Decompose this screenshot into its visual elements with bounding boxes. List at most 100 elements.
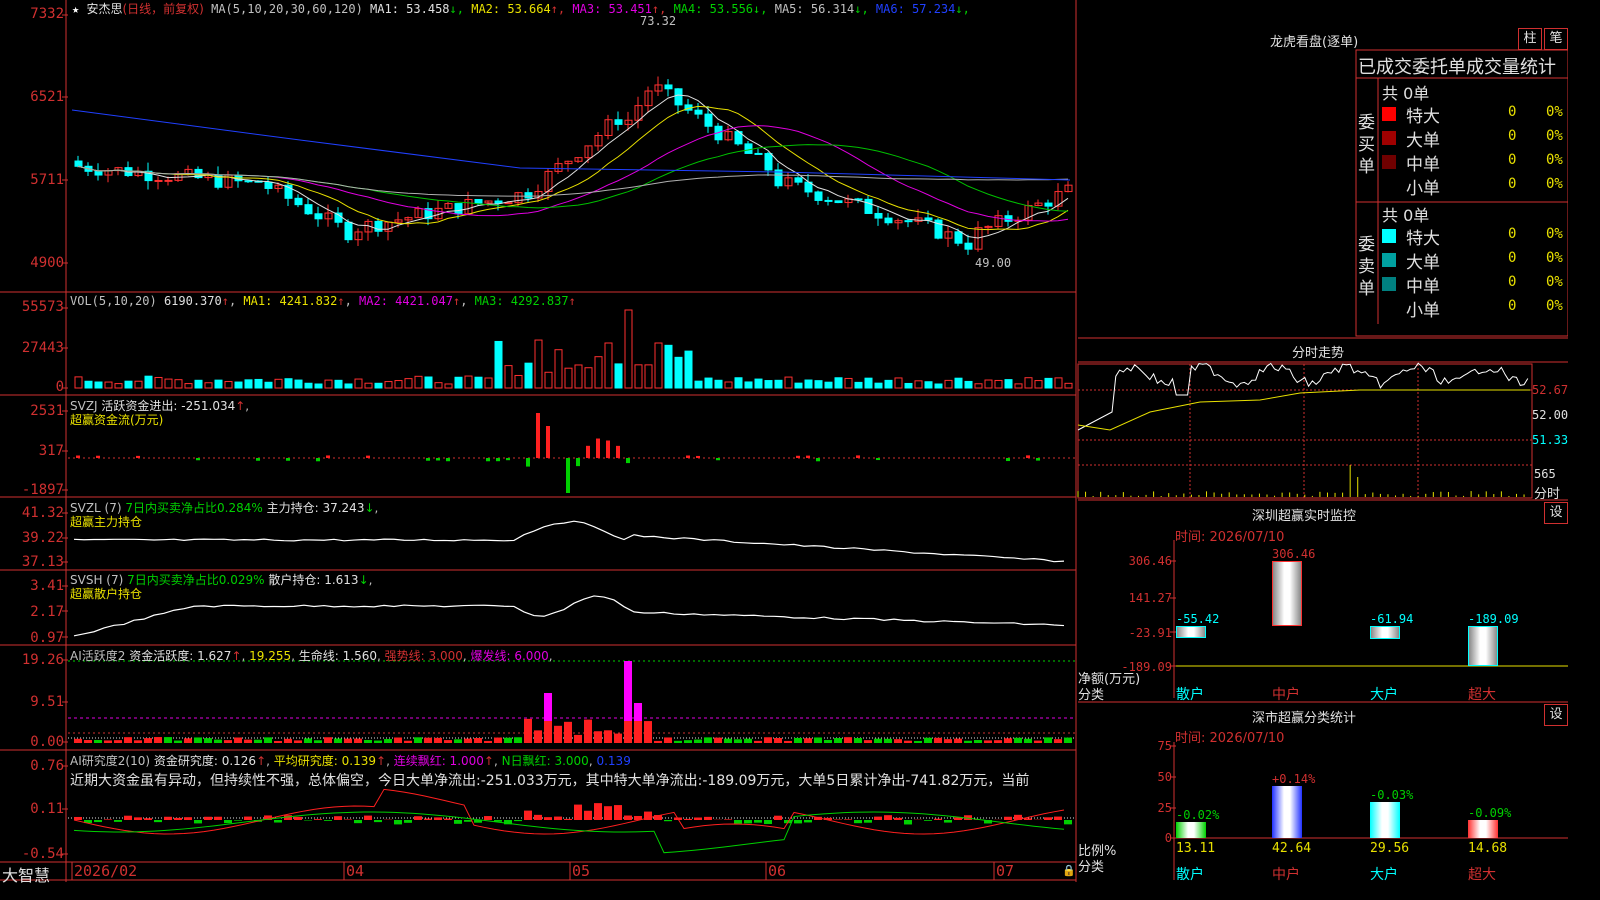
volume-bar — [714, 379, 723, 389]
candlestick — [1044, 199, 1053, 215]
y-label: -0.54 — [21, 846, 64, 862]
order-row-value: 0 — [1508, 226, 1517, 242]
y-label: 7332 — [30, 6, 64, 22]
fund-flow-bar — [316, 458, 320, 462]
research-bar — [414, 816, 422, 820]
tick-view-button[interactable]: 笔 — [1544, 28, 1568, 50]
candlestick — [214, 166, 223, 190]
order-row-name: 中单 — [1406, 277, 1440, 297]
candlestick — [354, 228, 363, 246]
candlestick — [334, 207, 343, 228]
svzl-hold: 主力持仓: 37.243 — [266, 501, 365, 515]
activity-bar — [314, 740, 322, 743]
volume-bar — [524, 362, 533, 389]
order-row-percent: 0% — [1546, 176, 1563, 192]
activity-bar — [494, 737, 502, 743]
monitor-bar-label: 306.46 — [1272, 547, 1316, 561]
volume-bar — [704, 377, 713, 389]
research-bar — [924, 820, 932, 821]
fund-flow-bar — [596, 438, 600, 458]
order-row-percent: 0% — [1546, 128, 1563, 144]
fund-flow-bar — [576, 458, 580, 467]
order-row-value: 0 — [1508, 274, 1517, 290]
candlestick — [994, 210, 1003, 230]
classify-category: 散户 — [1176, 867, 1204, 883]
volume-bar — [644, 364, 653, 389]
activity-bar — [464, 738, 472, 743]
volume-bar — [674, 356, 683, 389]
research-bar — [594, 803, 602, 820]
star-icon: ★ — [72, 2, 80, 16]
candlestick — [554, 157, 563, 174]
research-bar — [614, 805, 622, 820]
ai-active-txt: 资金活跃度: 1.627 — [129, 649, 232, 663]
monitor-category: 散户 — [1176, 687, 1204, 703]
candlestick — [794, 176, 803, 186]
y-label: 141.27 — [1128, 591, 1172, 605]
activity-bar — [644, 721, 652, 743]
timeshare-bottom-label: 分时 — [1534, 487, 1561, 502]
svzj-line2: 超赢资金流(万元) — [70, 413, 164, 427]
order-row-name: 特大 — [1406, 229, 1440, 249]
volume-bar — [1054, 377, 1063, 389]
research-bar — [604, 806, 612, 820]
research-bar — [324, 820, 332, 821]
activity-bar — [804, 738, 812, 743]
ai-active-v2: 19.255 — [249, 649, 292, 663]
order-row-percent: 0% — [1546, 250, 1563, 266]
x-axis-label: 2026/02 — [74, 862, 138, 880]
bar-view-button[interactable]: 柱 — [1518, 28, 1542, 50]
main-chart-canvas[interactable] — [0, 0, 1078, 882]
y-label: 0.00 — [30, 734, 64, 750]
activity-bar — [974, 740, 982, 743]
classify-xlabel: 分类 — [1078, 860, 1105, 875]
ma-arrow-6: ↓, — [955, 2, 970, 16]
y-label: 41.32 — [21, 505, 64, 521]
volume-bar — [354, 378, 363, 389]
fund-flow-bar — [626, 458, 630, 464]
fund-flow-bar — [806, 455, 810, 458]
activity-bar — [874, 738, 882, 743]
activity-bar — [674, 740, 682, 743]
order-color-swatch — [1382, 301, 1396, 315]
order-row-value: 0 — [1508, 128, 1517, 144]
activity-bar — [234, 737, 242, 743]
lock-icon[interactable]: 🔒 — [1062, 864, 1076, 877]
candlestick — [74, 155, 83, 168]
activity-bar — [394, 737, 402, 743]
classify-category: 中户 — [1272, 867, 1300, 883]
activity-bar — [164, 737, 172, 743]
volume-bar — [574, 364, 583, 389]
volume-bar — [944, 379, 953, 389]
activity-bar — [904, 740, 912, 743]
fund-flow-bar — [696, 455, 700, 458]
candlestick — [594, 132, 603, 151]
activity-bar — [274, 740, 282, 743]
candlestick — [284, 181, 293, 207]
research-bar — [874, 816, 882, 820]
fund-flow-bar — [196, 458, 200, 461]
research-bar — [1004, 816, 1012, 820]
research-bar — [794, 820, 802, 824]
activity-bar — [574, 734, 582, 743]
research-bar — [664, 820, 672, 822]
classify-settings-button[interactable]: 设 — [1544, 704, 1568, 726]
x-axis-label: 04 — [346, 862, 365, 880]
candlestick — [664, 79, 673, 97]
volume-bar — [234, 381, 243, 389]
monitor-settings-button[interactable]: 设 — [1544, 502, 1568, 524]
classify-bar — [1272, 785, 1302, 838]
fund-flow-bar — [486, 458, 490, 462]
monitor-category: 大户 — [1370, 687, 1398, 703]
activity-bar — [924, 737, 932, 743]
order-total: 共 0单 — [1382, 84, 1430, 103]
order-row-percent: 0% — [1546, 152, 1563, 168]
activity-bar — [214, 739, 222, 743]
volume-bar — [1004, 379, 1013, 389]
candlestick — [804, 173, 813, 198]
candlestick — [174, 170, 183, 182]
candlestick — [364, 218, 373, 241]
ma-line — [77, 94, 1069, 239]
activity-bar — [894, 739, 902, 743]
x-axis-label: 06 — [768, 862, 787, 880]
